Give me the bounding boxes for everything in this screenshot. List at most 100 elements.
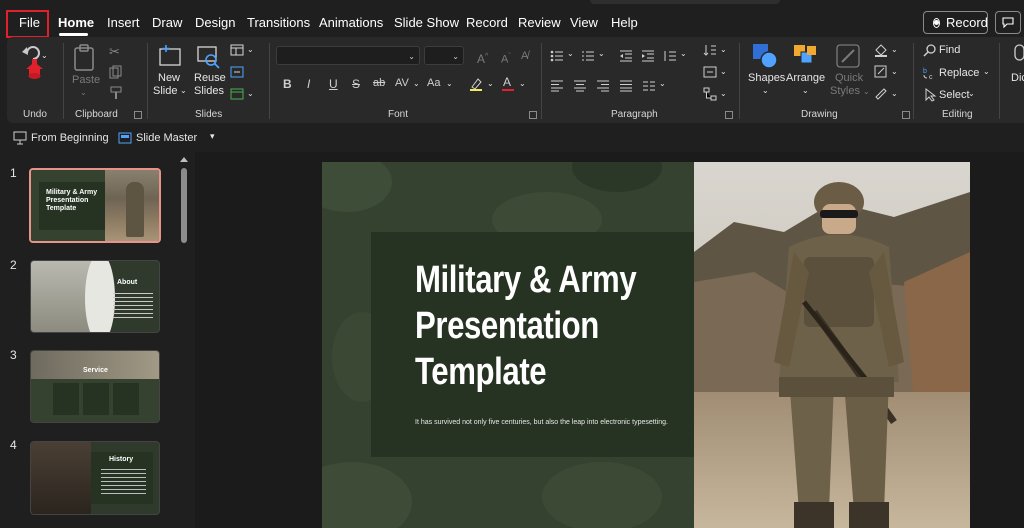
reuse-slides-label-1[interactable]: Reuse	[194, 72, 226, 85]
copy-icon[interactable]	[109, 65, 123, 79]
bullets-chevron[interactable]: ⌄	[567, 47, 574, 60]
text-direction-icon[interactable]	[703, 43, 717, 57]
bullets-icon[interactable]	[550, 49, 564, 63]
undo-dropdown-chevron[interactable]: ⌄	[41, 49, 48, 62]
customize-toolbar-chevron[interactable]: ▾	[210, 131, 215, 142]
change-case-chevron[interactable]: ⌄	[446, 77, 453, 90]
new-slide-icon[interactable]	[157, 43, 183, 69]
quick-styles-chevron[interactable]: ⌄	[863, 85, 870, 98]
strikethrough-button[interactable]: S	[352, 77, 360, 91]
tab-review[interactable]: Review	[518, 15, 561, 30]
arrange-chevron[interactable]: ⌄	[802, 84, 809, 97]
tab-help[interactable]: Help	[611, 15, 638, 30]
new-slide-chevron[interactable]: ⌄	[180, 84, 187, 97]
thumbnails-scrollbar[interactable]	[181, 168, 187, 243]
from-beginning-button[interactable]: From Beginning	[31, 132, 109, 144]
slide-thumbnail-2[interactable]: About	[30, 260, 160, 333]
numbering-chevron[interactable]: ⌄	[598, 47, 605, 60]
select-cursor-icon[interactable]	[923, 87, 937, 102]
font-family-dropdown[interactable]: ⌄	[276, 46, 420, 65]
shapes-chevron[interactable]: ⌄	[762, 84, 769, 97]
slide-master-button[interactable]: Slide Master	[136, 132, 197, 144]
character-spacing-button[interactable]: AV	[395, 77, 409, 89]
convert-smartart-chevron[interactable]: ⌄	[720, 87, 727, 100]
increase-font-icon[interactable]: A^	[477, 50, 488, 66]
search-icon[interactable]	[923, 43, 937, 57]
shape-effects-icon[interactable]	[874, 87, 888, 101]
slide-title[interactable]: Military & Army Presentation Template	[415, 257, 637, 395]
paragraph-launcher-icon[interactable]	[725, 111, 733, 119]
slide-subtitle[interactable]: It has survived not only five centuries,…	[415, 419, 668, 426]
find-label[interactable]: Find	[939, 44, 960, 57]
paste-button[interactable]	[72, 43, 98, 73]
quick-styles-label-1[interactable]: Quick	[835, 72, 863, 85]
shape-effects-chevron[interactable]: ⌄	[891, 87, 898, 100]
tab-transitions[interactable]: Transitions	[247, 15, 310, 30]
cut-icon[interactable]: ✂	[109, 44, 123, 59]
tab-record[interactable]: Record	[466, 15, 508, 30]
slide-thumbnail-3[interactable]: Service	[30, 350, 160, 423]
microphone-icon[interactable]	[1012, 43, 1024, 69]
font-launcher-icon[interactable]	[529, 111, 537, 119]
character-spacing-chevron[interactable]: ⌄	[413, 77, 420, 90]
italic-button[interactable]: I	[307, 77, 310, 91]
section-icon[interactable]	[230, 87, 244, 101]
justify-icon[interactable]	[619, 79, 633, 93]
clear-formatting-icon[interactable]: A̸	[521, 50, 528, 63]
tab-draw[interactable]: Draw	[152, 15, 182, 30]
align-right-icon[interactable]	[596, 79, 610, 93]
layout-icon[interactable]	[230, 43, 244, 57]
line-spacing-chevron[interactable]: ⌄	[680, 47, 687, 60]
text-direction-chevron[interactable]: ⌄	[720, 43, 727, 56]
new-slide-label-2[interactable]: Slide	[153, 85, 177, 98]
scroll-up-icon[interactable]	[180, 157, 188, 162]
tab-view[interactable]: View	[570, 15, 598, 30]
convert-smartart-icon[interactable]	[703, 87, 717, 101]
replace-icon[interactable]: bc	[923, 66, 937, 81]
highlighter-icon[interactable]	[469, 77, 483, 91]
font-size-dropdown[interactable]: ⌄	[424, 46, 464, 65]
shape-outline-chevron[interactable]: ⌄	[891, 65, 898, 78]
align-text-chevron[interactable]: ⌄	[720, 65, 727, 78]
comments-button[interactable]	[995, 11, 1021, 34]
slide-master-icon[interactable]	[118, 131, 132, 145]
format-painter-icon[interactable]	[109, 86, 123, 100]
select-label[interactable]: Select	[939, 89, 970, 102]
current-slide[interactable]: Military & Army Presentation Template It…	[322, 162, 970, 528]
decrease-font-icon[interactable]: Aˇ	[501, 50, 511, 67]
reuse-slides-icon[interactable]	[195, 43, 221, 69]
columns-chevron[interactable]: ⌄	[659, 77, 666, 90]
section-chevron[interactable]: ⌄	[247, 87, 254, 100]
tab-animations[interactable]: Animations	[319, 15, 383, 30]
tab-home[interactable]: Home	[58, 15, 94, 30]
shape-outline-icon[interactable]	[874, 65, 888, 79]
align-text-icon[interactable]	[703, 65, 717, 79]
drawing-launcher-icon[interactable]	[902, 111, 910, 119]
select-chevron[interactable]: ⌄	[968, 87, 975, 100]
layout-chevron[interactable]: ⌄	[247, 43, 254, 56]
decrease-indent-icon[interactable]	[619, 49, 633, 63]
shape-fill-icon[interactable]	[874, 43, 888, 57]
new-slide-label-1[interactable]: New	[158, 72, 180, 85]
shape-fill-chevron[interactable]: ⌄	[891, 43, 898, 56]
replace-chevron[interactable]: ⌄	[983, 65, 990, 78]
font-color-chevron[interactable]: ⌄	[519, 77, 526, 90]
reuse-slides-label-2[interactable]: Slides	[194, 85, 224, 98]
paste-chevron[interactable]: ⌄	[80, 86, 87, 99]
change-case-button[interactable]: Aa	[427, 77, 440, 89]
text-shadow-button[interactable]: ab	[373, 77, 385, 89]
tab-slide-show[interactable]: Slide Show	[394, 15, 459, 30]
quick-styles-label-2[interactable]: Styles	[830, 85, 860, 98]
highlighter-chevron[interactable]: ⌄	[487, 77, 494, 90]
underline-button[interactable]: U	[329, 77, 338, 91]
replace-label[interactable]: Replace	[939, 67, 979, 80]
line-spacing-icon[interactable]	[663, 49, 677, 63]
from-beginning-icon[interactable]	[13, 131, 27, 145]
slide-thumbnail-1[interactable]: Military & Army Presentation Template	[29, 168, 161, 243]
clipboard-launcher-icon[interactable]	[134, 111, 142, 119]
quick-styles-icon[interactable]	[834, 42, 862, 70]
increase-indent-icon[interactable]	[641, 49, 655, 63]
align-center-icon[interactable]	[573, 79, 587, 93]
bold-button[interactable]: B	[283, 77, 292, 91]
columns-icon[interactable]	[642, 79, 656, 93]
